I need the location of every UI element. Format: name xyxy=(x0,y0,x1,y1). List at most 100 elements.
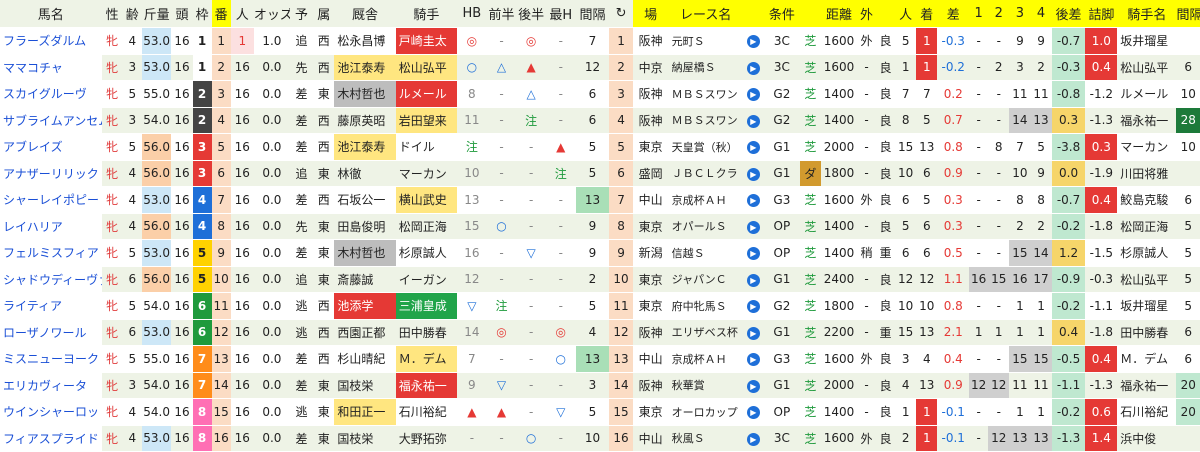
race-link-icon[interactable]: ▶ xyxy=(742,292,764,320)
column-header[interactable]: 予 xyxy=(289,0,314,28)
column-header[interactable]: 人 xyxy=(895,0,917,28)
column-header[interactable]: 3 xyxy=(1009,0,1031,28)
cell-name[interactable]: シャドウディーヴァ xyxy=(0,266,102,293)
column-header[interactable]: 枠 xyxy=(192,0,212,28)
play-arrow-icon[interactable]: ▶ xyxy=(746,114,760,128)
play-arrow-icon[interactable]: ▶ xyxy=(746,167,760,181)
column-header[interactable]: 後半 xyxy=(516,0,546,28)
race-link-icon[interactable]: ▶ xyxy=(742,425,764,452)
table-row[interactable]: フェルミスフィア牝 5 53.0 16 5 9 16 0.0 差東木村哲也 杉原誠人 16- ▽ -9 9… xyxy=(0,239,1200,267)
play-arrow-icon[interactable]: ▶ xyxy=(746,220,760,234)
race-link-icon[interactable]: ▶ xyxy=(742,54,764,81)
play-arrow-icon[interactable]: ▶ xyxy=(746,406,760,420)
cell-name[interactable]: スカイグルーヴ xyxy=(0,80,102,108)
play-arrow-icon[interactable]: ▶ xyxy=(746,273,760,287)
cell-name[interactable]: エリカヴィータ xyxy=(0,372,102,399)
column-header[interactable] xyxy=(876,0,896,28)
column-header[interactable]: 最H xyxy=(545,0,576,28)
table-row[interactable]: ミスニューヨーク牝 5 55.0 16 7 13 16 0.0 差西杉山晴紀 Ｍ．デム 7- - ○ 13… xyxy=(0,345,1200,373)
cell-name[interactable]: ライティア xyxy=(0,292,102,320)
column-header[interactable]: レース名 xyxy=(668,0,743,28)
play-arrow-icon[interactable]: ▶ xyxy=(746,194,760,208)
table-row[interactable]: ローザノワール牝 6 53.0 16 6 12 16 0.0 逃西西園正都 田中勝春 14 ◎ - ◎ 4 1… xyxy=(0,319,1200,346)
column-header[interactable]: 着 xyxy=(916,0,938,28)
play-arrow-icon[interactable]: ▶ xyxy=(746,247,760,261)
race-link-icon[interactable]: ▶ xyxy=(742,319,764,346)
column-header[interactable]: 厩舎 xyxy=(334,0,396,28)
column-header[interactable]: 前半 xyxy=(486,0,517,28)
cell-name[interactable]: シャーレイポピー xyxy=(0,186,102,214)
play-arrow-icon[interactable]: ▶ xyxy=(746,353,760,367)
column-header[interactable]: ↻ xyxy=(609,0,633,28)
cell-name[interactable]: アナザーリリック xyxy=(0,160,102,187)
table-row[interactable]: エリカヴィータ牝 3 54.0 16 7 14 16 0.0 差東国枝栄 福永祐一 9 ▽ - -3 14 阪… xyxy=(0,372,1200,399)
cell-name[interactable]: フェルミスフィア xyxy=(0,239,102,267)
race-link-icon[interactable]: ▶ xyxy=(742,398,764,426)
column-header[interactable]: 詰脚 xyxy=(1085,0,1118,28)
column-header[interactable]: 騎手 xyxy=(395,0,458,28)
column-header[interactable]: 場 xyxy=(632,0,669,28)
column-header[interactable]: 差 xyxy=(937,0,970,28)
column-header[interactable]: 4 xyxy=(1030,0,1052,28)
race-link-icon[interactable]: ▶ xyxy=(742,80,764,108)
cell-name[interactable]: ローザノワール xyxy=(0,319,102,346)
column-header[interactable]: 馬名 xyxy=(0,0,102,28)
play-arrow-icon[interactable]: ▶ xyxy=(746,432,760,446)
play-arrow-icon[interactable]: ▶ xyxy=(746,326,760,340)
race-link-icon[interactable]: ▶ xyxy=(742,133,764,161)
column-header[interactable]: 距離 xyxy=(821,0,857,28)
table-row[interactable]: シャーレイポピー牝 4 53.0 16 4 7 16 0.0 差西石坂公一 横山武史 13- - -13… xyxy=(0,186,1200,214)
cell-name[interactable]: サブライムアンセム xyxy=(0,107,102,134)
play-arrow-icon[interactable]: ▶ xyxy=(746,141,760,155)
column-header[interactable]: 条件 xyxy=(763,0,800,28)
table-row[interactable]: レイハリア牝 4 56.0 16 4 8 16 0.0 先東田島俊明 松岡正海 15 ○ - -9 8 東京オ… xyxy=(0,213,1200,240)
cell-name[interactable]: ウインシャーロット xyxy=(0,398,102,426)
column-header[interactable]: 番 xyxy=(211,0,231,28)
race-link-icon[interactable]: ▶ xyxy=(742,266,764,293)
table-row[interactable]: アブレイズ牝 5 56.0 16 3 5 16 0.0 差西池江泰寿 ドイル注 - - ▲ 5 5 東京 天皇賞… xyxy=(0,133,1200,161)
column-header[interactable]: 後差 xyxy=(1051,0,1086,28)
table-row[interactable]: フィアスプライド牝 4 53.0 16 8 16 16 0.0 差東国枝栄 大野拓弥 - - ○ -10 1… xyxy=(0,425,1200,452)
column-header[interactable]: 頭 xyxy=(171,0,193,28)
race-link-icon[interactable]: ▶ xyxy=(742,372,764,399)
cell-name[interactable]: ママコチャ xyxy=(0,54,102,81)
table-row[interactable]: シャドウディーヴァ牝 6 56.0 16 5 10 16 0.0 追東斎藤誠 イーガン 12- - -2… xyxy=(0,266,1200,293)
play-arrow-icon[interactable]: ▶ xyxy=(746,35,760,49)
race-link-icon[interactable]: ▶ xyxy=(742,186,764,214)
table-row[interactable]: サブライムアンセム牝 3 54.0 16 2 4 16 0.0 差西藤原英昭 岩田望来 11- 注 -6… xyxy=(0,107,1200,134)
table-row[interactable]: スカイグルーヴ牝 5 55.0 16 2 3 16 0.0 差東木村哲也 ルメール 8- △ -6 3 阪神… xyxy=(0,80,1200,108)
column-header[interactable]: 属 xyxy=(313,0,335,28)
race-link-icon[interactable]: ▶ xyxy=(742,345,764,373)
table-row[interactable]: ウインシャーロット牝 4 54.0 16 8 15 16 0.0 逃東和田正一 石川裕紀 ▲ ▲ - ▽ 5… xyxy=(0,398,1200,426)
race-link-icon[interactable]: ▶ xyxy=(742,213,764,240)
table-row[interactable]: ママコチャ牝 3 53.0 16 1 2 16 0.0 先西池江泰寿 松山弘平 ○ △ ▲ -12 2 中京納… xyxy=(0,54,1200,81)
column-header[interactable] xyxy=(742,0,764,28)
column-header[interactable]: 人 xyxy=(230,0,254,28)
race-link-icon[interactable]: ▶ xyxy=(742,160,764,187)
cell-name[interactable]: ミスニューヨーク xyxy=(0,345,102,373)
column-header[interactable]: 齢 xyxy=(122,0,142,28)
column-header[interactable]: 間隔 xyxy=(575,0,610,28)
table-row[interactable]: アナザーリリック牝 4 56.0 16 3 6 16 0.0 追東林徹 マーカン 10- - 注 5 6 盛岡… xyxy=(0,160,1200,187)
race-link-icon[interactable]: ▶ xyxy=(742,107,764,134)
column-header[interactable]: 外 xyxy=(856,0,877,28)
column-header[interactable]: HB xyxy=(457,0,487,28)
cell-name[interactable]: フィアスプライド xyxy=(0,425,102,452)
cell-name[interactable]: レイハリア xyxy=(0,213,102,240)
play-arrow-icon[interactable]: ▶ xyxy=(746,379,760,393)
race-link-icon[interactable]: ▶ xyxy=(742,27,764,55)
cell-name[interactable]: アブレイズ xyxy=(0,133,102,161)
cell-name[interactable]: フラーズダルム xyxy=(0,27,102,55)
race-link-icon[interactable]: ▶ xyxy=(742,239,764,267)
play-arrow-icon[interactable]: ▶ xyxy=(746,300,760,314)
table-row[interactable]: ライティア牝 5 54.0 16 6 11 16 0.0 逃西池添学 三浦皇成 ▽ 注 - -5 11 東京府… xyxy=(0,292,1200,320)
play-arrow-icon[interactable]: ▶ xyxy=(746,88,760,102)
column-header[interactable]: 性 xyxy=(101,0,123,28)
column-header[interactable]: オッズ xyxy=(253,0,290,28)
column-header[interactable] xyxy=(799,0,821,28)
play-arrow-icon[interactable]: ▶ xyxy=(746,61,760,75)
column-header[interactable]: 1 xyxy=(969,0,989,28)
table-row[interactable]: フラーズダルム牝 4 53.0 16 1 1 1 1.0 追西松永昌博 戸崎圭太 ◎ - ◎ -7 1 阪神元… xyxy=(0,27,1200,55)
column-header[interactable]: 2 xyxy=(988,0,1010,28)
column-header[interactable]: 間隔 xyxy=(1176,0,1200,28)
